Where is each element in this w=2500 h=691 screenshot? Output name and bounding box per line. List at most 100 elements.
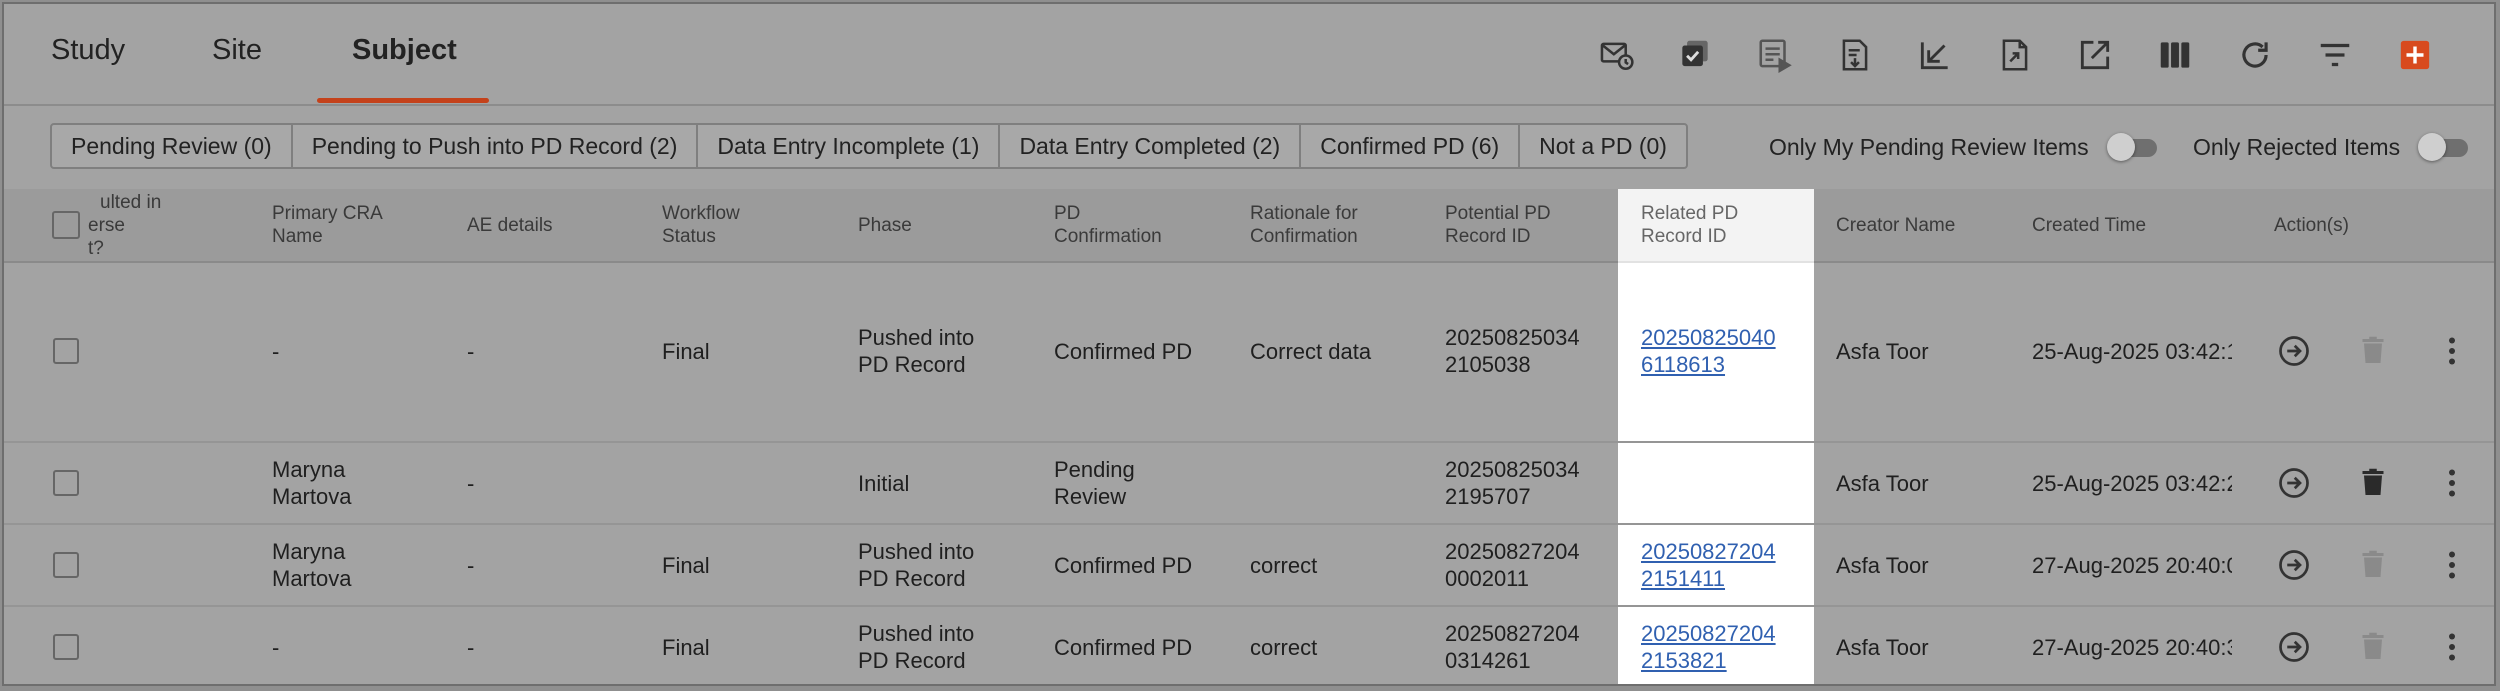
cell-created-time: 25-Aug-2025 03:42:2( bbox=[2032, 470, 2232, 496]
cell-creator: Asfa Toor bbox=[1836, 552, 1929, 578]
related-pd-link[interactable]: 20250825040 bbox=[1641, 324, 1776, 351]
document-export-icon[interactable] bbox=[1992, 30, 2038, 80]
cell-related-pd-id: 20250825040 6118613 bbox=[1641, 261, 1776, 441]
more-options-icon[interactable] bbox=[2432, 627, 2472, 667]
select-all-checkbox[interactable] bbox=[52, 211, 80, 239]
table-row: Maryna Martova - Final Pushed into PD Reco… bbox=[4, 525, 2494, 607]
cell-ae-details: - bbox=[467, 634, 475, 660]
related-pd-link-line2[interactable]: 2151411 bbox=[1641, 565, 1776, 592]
column-header-primary-cra[interactable]: Primary CRA Name bbox=[272, 189, 383, 261]
tab-bar: Study Site Subject bbox=[4, 4, 2494, 104]
related-pd-link[interactable]: 20250827204 bbox=[1641, 620, 1776, 647]
row-checkbox[interactable] bbox=[53, 552, 79, 578]
column-header-actions: Action(s) bbox=[2274, 214, 2349, 236]
cell-created-time: 27-Aug-2025 20:40:3: bbox=[2032, 634, 2232, 660]
filter-pending-push[interactable]: Pending to Push into PD Record (2) bbox=[293, 125, 699, 167]
cell-rationale: correct bbox=[1250, 552, 1318, 578]
columns-icon[interactable] bbox=[2152, 30, 2198, 80]
refresh-icon[interactable] bbox=[2232, 30, 2278, 80]
cell-rationale: correct bbox=[1250, 634, 1318, 660]
related-pd-link-line2[interactable]: 2153821 bbox=[1641, 647, 1776, 674]
pd-review-panel: Study Site Subject Pending Review (0) Pe… bbox=[2, 2, 2496, 686]
cell-phase: Initial bbox=[858, 470, 910, 496]
cell-created-time: 27-Aug-2025 20:40:0( bbox=[2032, 552, 2232, 578]
cell-pd-confirmation: Pending Review bbox=[1054, 457, 1135, 509]
cell-phase: Pushed into PD Record bbox=[858, 325, 975, 377]
column-header-related-pd-id[interactable]: Related PD Record ID bbox=[1641, 189, 1738, 261]
cell-potential-pd-id: 20250825034 2195707 bbox=[1445, 457, 1580, 509]
only-my-pending-toggle-group: Only My Pending Review Items bbox=[1769, 131, 2161, 163]
cell-phase: Pushed into PD Record bbox=[858, 621, 975, 673]
only-my-pending-label: Only My Pending Review Items bbox=[1769, 133, 2089, 160]
only-rejected-toggle-group: Only Rejected Items bbox=[2193, 131, 2472, 163]
open-record-icon[interactable] bbox=[2274, 331, 2314, 371]
table-row: - - Final Pushed into PD Record Confirmed… bbox=[4, 261, 2494, 443]
tab-site[interactable]: Site bbox=[212, 34, 262, 67]
only-rejected-toggle[interactable] bbox=[2418, 131, 2472, 163]
active-tab-indicator bbox=[317, 98, 489, 103]
related-pd-link-line2[interactable]: 6118613 bbox=[1641, 351, 1776, 378]
arrow-down-left-icon[interactable] bbox=[1912, 30, 1958, 80]
only-rejected-label: Only Rejected Items bbox=[2193, 133, 2401, 160]
cell-ae-details: - bbox=[467, 338, 475, 364]
column-header-workflow-status[interactable]: Workflow Status bbox=[662, 189, 740, 261]
tabs-divider bbox=[4, 104, 2494, 106]
filter-data-entry-completed[interactable]: Data Entry Completed (2) bbox=[1000, 125, 1302, 167]
cell-potential-pd-id: 20250827204 0314261 bbox=[1445, 621, 1580, 673]
delete-icon[interactable] bbox=[2353, 331, 2393, 371]
cell-primary-cra: Maryna Martova bbox=[272, 457, 352, 509]
cell-related-pd-id: 20250827204 2153821 bbox=[1641, 607, 1776, 684]
column-header-pd-confirmation[interactable]: PD Confirmation bbox=[1054, 189, 1162, 261]
cell-workflow-status: Final bbox=[662, 634, 710, 660]
more-options-icon[interactable] bbox=[2432, 545, 2472, 585]
add-icon[interactable] bbox=[2392, 30, 2438, 80]
cell-related-pd-id: 20250827204 2151411 bbox=[1641, 525, 1776, 605]
open-record-icon[interactable] bbox=[2274, 627, 2314, 667]
delete-icon[interactable] bbox=[2353, 627, 2393, 667]
tab-study[interactable]: Study bbox=[51, 34, 125, 67]
cell-pd-confirmation: Confirmed PD bbox=[1054, 634, 1193, 660]
column-header-rationale[interactable]: Rationale for Confirmation bbox=[1250, 189, 1358, 261]
column-header-creator[interactable]: Creator Name bbox=[1836, 189, 1955, 261]
table-header: ulted in erse t? Primary CRA Name AE detail… bbox=[4, 189, 2494, 263]
cell-primary-cra: - bbox=[272, 338, 280, 364]
filter-pending-review[interactable]: Pending Review (0) bbox=[52, 125, 293, 167]
cell-pd-confirmation: Confirmed PD bbox=[1054, 338, 1193, 364]
column-header-resulted[interactable]: ulted in erse t? bbox=[88, 189, 161, 261]
related-pd-link[interactable]: 20250827204 bbox=[1641, 538, 1776, 565]
open-record-icon[interactable] bbox=[2274, 463, 2314, 503]
table-row: - - Final Pushed into PD Record Confirmed… bbox=[4, 607, 2494, 684]
open-external-icon[interactable] bbox=[2072, 30, 2118, 80]
column-header-created-time[interactable]: Created Time bbox=[2032, 189, 2146, 261]
filter-icon[interactable] bbox=[2312, 30, 2358, 80]
delete-icon[interactable] bbox=[2353, 545, 2393, 585]
copy-check-icon[interactable] bbox=[1672, 30, 1718, 80]
cell-workflow-status: Final bbox=[662, 338, 710, 364]
status-filter-group: Pending Review (0) Pending to Push into … bbox=[50, 123, 1688, 169]
document-download-icon[interactable] bbox=[1832, 30, 1878, 80]
column-header-phase[interactable]: Phase bbox=[858, 189, 912, 261]
more-options-icon[interactable] bbox=[2432, 463, 2472, 503]
row-checkbox[interactable] bbox=[53, 338, 79, 364]
cell-ae-details: - bbox=[467, 470, 475, 496]
only-my-pending-toggle[interactable] bbox=[2106, 131, 2161, 163]
open-record-icon[interactable] bbox=[2274, 545, 2314, 585]
filter-not-a-pd[interactable]: Not a PD (0) bbox=[1520, 125, 1686, 167]
row-checkbox[interactable] bbox=[53, 634, 79, 660]
tab-subject[interactable]: Subject bbox=[352, 34, 457, 67]
delete-icon[interactable] bbox=[2353, 463, 2393, 503]
cell-creator: Asfa Toor bbox=[1836, 470, 1929, 496]
cell-workflow-status: Final bbox=[662, 552, 710, 578]
column-header-ae-details[interactable]: AE details bbox=[467, 189, 553, 261]
list-play-icon[interactable] bbox=[1752, 30, 1798, 80]
row-checkbox[interactable] bbox=[53, 470, 79, 496]
mail-clock-icon[interactable] bbox=[1594, 30, 1640, 80]
filter-confirmed-pd[interactable]: Confirmed PD (6) bbox=[1301, 125, 1521, 167]
cell-potential-pd-id: 20250827204 0002011 bbox=[1445, 539, 1580, 591]
column-header-potential-pd-id[interactable]: Potential PD Record ID bbox=[1445, 189, 1551, 261]
cell-primary-cra: Maryna Martova bbox=[272, 539, 352, 591]
filter-data-entry-incomplete[interactable]: Data Entry Incomplete (1) bbox=[698, 125, 1001, 167]
cell-primary-cra: - bbox=[272, 634, 280, 660]
more-options-icon[interactable] bbox=[2432, 331, 2472, 371]
toolbar bbox=[1594, 30, 2494, 80]
